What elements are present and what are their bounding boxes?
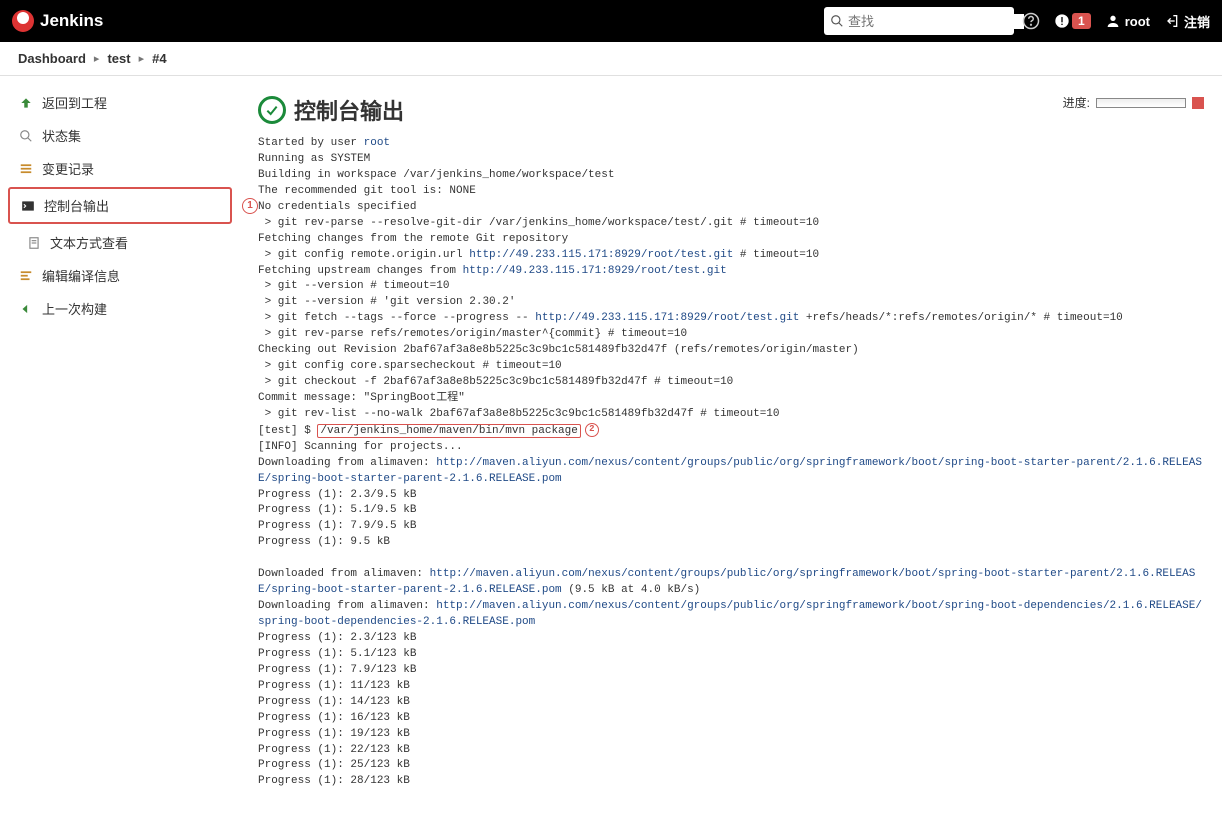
sidebar-item-back[interactable]: 返回到工程 xyxy=(8,86,232,119)
search-box[interactable] xyxy=(824,7,1014,35)
up-arrow-icon xyxy=(18,95,34,111)
sidebar-item-status[interactable]: 状态集 xyxy=(8,119,232,152)
console-link-user[interactable]: root xyxy=(364,137,390,149)
sidebar-highlight: 控制台输出 1 xyxy=(8,187,232,224)
console-link-git-url[interactable]: http://49.233.115.171:8929/root/test.git xyxy=(463,265,727,277)
progress-bar xyxy=(1096,98,1186,108)
search-icon xyxy=(830,14,844,28)
alert-count: 1 xyxy=(1072,13,1091,29)
sidebar-item-label: 变更记录 xyxy=(42,159,94,178)
search-input[interactable] xyxy=(844,14,1024,29)
progress-row: 进度: xyxy=(1063,94,1204,111)
breadcrumb: Dashboard ▸ test ▸ #4 xyxy=(0,42,1222,76)
sidebar-item-prev-build[interactable]: 上一次构建 xyxy=(8,292,232,325)
logout-button[interactable]: 注销 xyxy=(1164,12,1210,31)
chevron-right-icon: ▸ xyxy=(139,52,145,65)
breadcrumb-item-test[interactable]: test xyxy=(107,51,130,66)
sidebar-item-label: 上一次构建 xyxy=(42,299,107,318)
sidebar: 返回到工程 状态集 变更记录 控制台输出 1 文本方式查看 编辑编译信息 上 xyxy=(0,76,240,820)
breadcrumb-item-build[interactable]: #4 xyxy=(152,51,166,66)
success-check-icon xyxy=(258,96,286,124)
sidebar-item-changes[interactable]: 变更记录 xyxy=(8,152,232,185)
list-icon xyxy=(18,161,34,177)
document-icon xyxy=(26,235,42,251)
terminal-icon xyxy=(20,198,36,214)
sidebar-item-label: 控制台输出 xyxy=(44,196,109,215)
jenkins-logo-icon xyxy=(12,10,34,32)
username: root xyxy=(1125,14,1150,29)
logout-icon xyxy=(1164,13,1180,29)
left-arrow-icon xyxy=(18,301,34,317)
annotation-marker-2: 2 xyxy=(585,423,599,437)
console-output: Started by user root Running as SYSTEM B… xyxy=(258,136,1204,790)
sidebar-item-label: 返回到工程 xyxy=(42,93,107,112)
stop-button[interactable] xyxy=(1192,97,1204,109)
sidebar-item-label: 状态集 xyxy=(42,126,81,145)
alert-icon xyxy=(1054,13,1070,29)
logout-label: 注销 xyxy=(1184,12,1210,31)
user-icon xyxy=(1105,13,1121,29)
sidebar-item-console[interactable]: 控制台输出 xyxy=(10,189,230,222)
top-header: Jenkins 1 root 注销 xyxy=(0,0,1222,42)
sidebar-item-label: 编辑编译信息 xyxy=(42,266,120,285)
user-menu[interactable]: root xyxy=(1105,13,1150,29)
help-icon[interactable] xyxy=(1022,12,1040,30)
alert-button[interactable]: 1 xyxy=(1054,13,1091,29)
console-link-git-url[interactable]: http://49.233.115.171:8929/root/test.git xyxy=(469,249,733,261)
brand-text: Jenkins xyxy=(40,11,103,31)
chevron-right-icon: ▸ xyxy=(94,52,100,65)
sidebar-item-label: 文本方式查看 xyxy=(50,233,128,252)
breadcrumb-item-dashboard[interactable]: Dashboard xyxy=(18,51,86,66)
main-content: 进度: 控制台输出 Started by user root Running a… xyxy=(240,76,1222,820)
page-title: 控制台输出 xyxy=(294,94,404,126)
sidebar-item-editinfo[interactable]: 编辑编译信息 xyxy=(8,259,232,292)
brand-area[interactable]: Jenkins xyxy=(12,10,103,32)
progress-label: 进度: xyxy=(1063,94,1090,111)
console-link-git-url[interactable]: http://49.233.115.171:8929/root/test.git xyxy=(535,312,799,324)
edit-icon xyxy=(18,268,34,284)
highlighted-command: /var/jenkins_home/maven/bin/mvn package xyxy=(317,424,580,438)
sidebar-item-plaintext[interactable]: 文本方式查看 xyxy=(8,226,232,259)
search-icon xyxy=(18,128,34,144)
